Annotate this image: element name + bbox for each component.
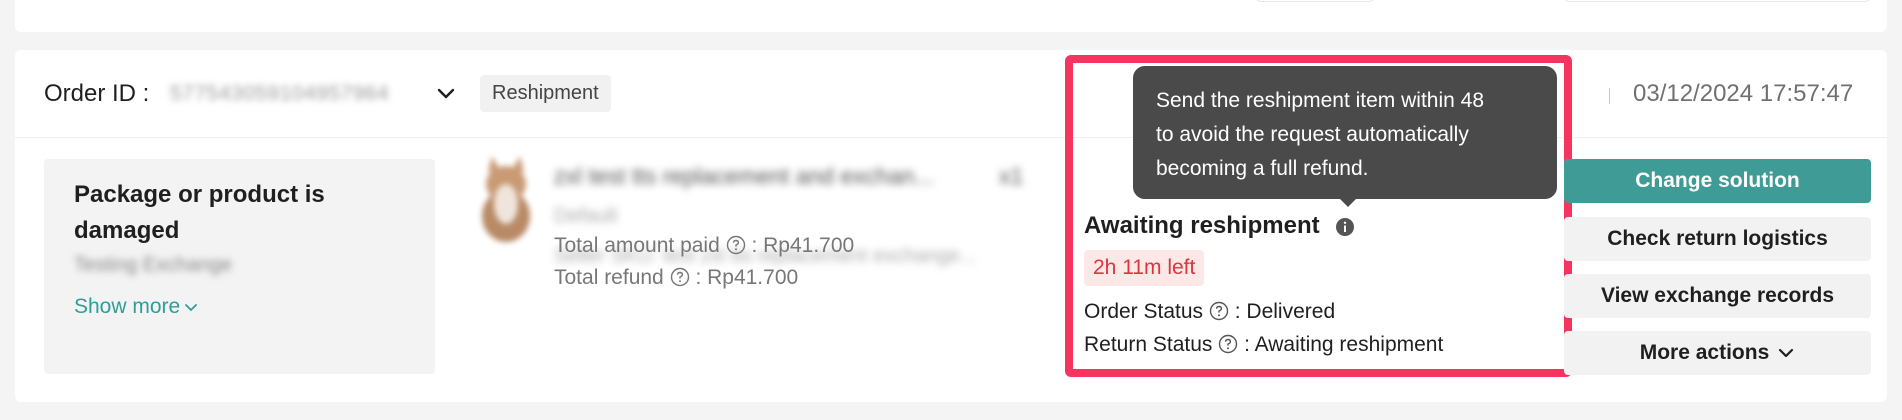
order-header: Order ID : 577543059104957964 Reshipment… [15, 50, 1887, 138]
total-paid-value: : Rp41.700 [751, 234, 855, 257]
highlight-box [1065, 55, 1572, 377]
view-exchange-records-button[interactable]: View exchange records [1564, 274, 1871, 318]
change-solution-button[interactable]: Change solution [1564, 159, 1871, 203]
more-actions-label: More actions [1639, 341, 1770, 364]
total-refund-row: Total refund : Rp41.700 [554, 266, 798, 290]
help-icon[interactable] [726, 235, 746, 255]
order-id-value[interactable]: 577543059104957964 [170, 82, 389, 106]
product-thumbnail [470, 154, 542, 246]
product-quantity: x1 [999, 163, 1024, 189]
check-return-logistics-button[interactable]: Check return logistics [1564, 217, 1871, 261]
more-actions-button[interactable]: More actions [1564, 331, 1871, 375]
return-reason-title: Package or product is damaged [74, 181, 325, 244]
total-paid-row: Total amount paid : Rp41.700 [554, 234, 854, 258]
previous-order-card [15, 0, 1887, 32]
previous-card-button-edge [1564, 0, 1871, 2]
product-variant: Default [554, 205, 618, 227]
order-id-label: Order ID : [44, 80, 150, 107]
previous-card-button-edge [1255, 0, 1375, 2]
order-timestamp: 03/12/2024 17:57:47 [1633, 80, 1854, 107]
total-paid-label: Total amount paid [554, 234, 720, 257]
show-more-link[interactable]: Show more [74, 295, 198, 319]
reshipment-tag: Reshipment [480, 75, 611, 112]
chevron-down-icon [1779, 349, 1794, 358]
chevron-down-icon[interactable] [433, 81, 459, 107]
return-reason-box: Package or product is damaged Testing Ex… [44, 159, 435, 374]
show-more-label: Show more [74, 295, 181, 318]
return-reason-description: Testing Exchange [74, 254, 232, 276]
chevron-down-icon [185, 304, 198, 312]
product-name[interactable]: zxl test tts replacement and exchan... [554, 163, 934, 190]
header-divider [1609, 88, 1610, 104]
total-refund-value: : Rp41.700 [695, 266, 799, 289]
help-icon[interactable] [670, 267, 690, 287]
order-card: Order ID : 577543059104957964 Reshipment… [15, 50, 1887, 402]
total-refund-label: Total refund [554, 266, 664, 289]
